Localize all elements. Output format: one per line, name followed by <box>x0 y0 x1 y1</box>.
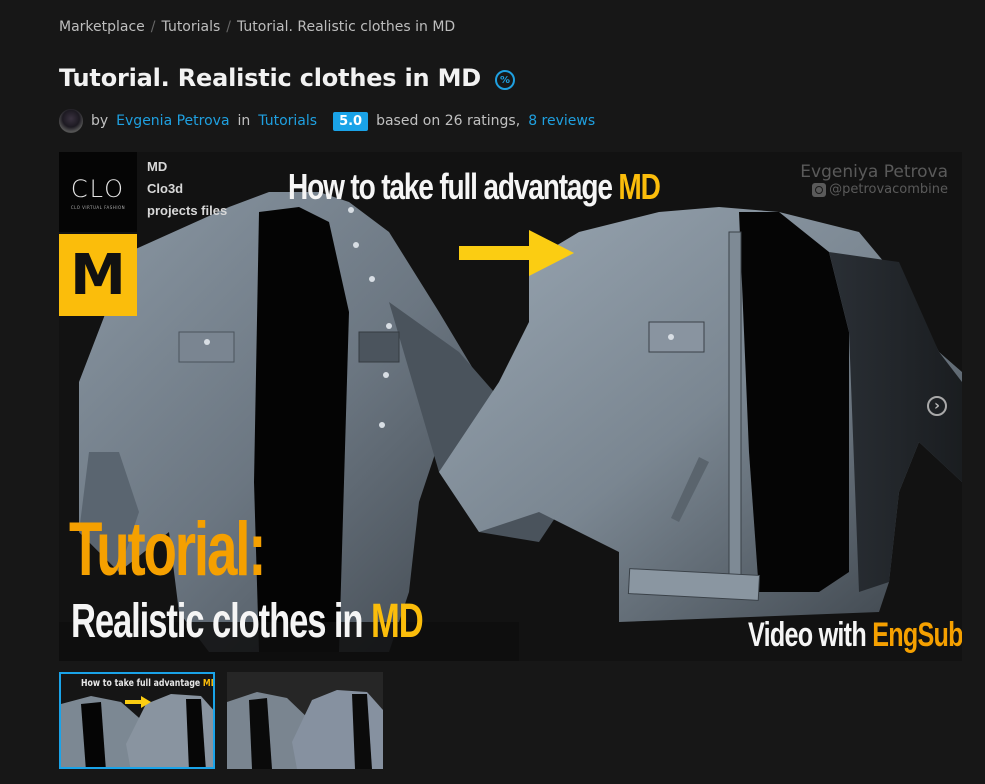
author-avatar[interactable] <box>59 109 83 133</box>
md-logo: M <box>59 234 137 316</box>
percent-badge-icon[interactable]: % <box>495 70 516 90</box>
breadcrumb-tutorials[interactable]: Tutorials <box>162 19 221 35</box>
category-link[interactable]: Tutorials <box>258 113 317 129</box>
author-link[interactable]: Evgenia Petrova <box>116 113 229 129</box>
thumbnail-strip: How to take full advantage MD <box>59 672 383 769</box>
chevron-right-icon: › <box>934 398 940 414</box>
thumbnail-2[interactable] <box>227 672 383 769</box>
thumbnail-2-image <box>227 672 383 769</box>
breadcrumb-marketplace[interactable]: Marketplace <box>59 19 145 35</box>
thumbnail-1-caption: How to take full advantage MD <box>81 678 213 689</box>
watermark: Evgeniya Petrova @petrovacombine <box>800 162 948 197</box>
image-headline: How to take full advantage MD <box>288 166 661 207</box>
image-video-label: Video with EngSub <box>748 616 962 654</box>
reviews-link[interactable]: 8 reviews <box>528 113 595 129</box>
breadcrumb: Marketplace / Tutorials / Tutorial. Realisti… <box>59 19 455 35</box>
gallery-main-image[interactable]: CLO CLO VIRTUAL FASHION M MD Clo3d proje… <box>59 152 962 661</box>
by-label: by <box>91 113 109 129</box>
image-subtitle: Realistic clothes in MD <box>71 595 424 648</box>
ratings-count: based on 26 ratings, <box>376 113 521 129</box>
breadcrumb-current: Tutorial. Realistic clothes in MD <box>237 19 456 35</box>
breadcrumb-separator: / <box>226 19 231 35</box>
page-title: Tutorial. Realistic clothes in MD <box>59 64 482 92</box>
breadcrumb-separator: / <box>150 19 156 35</box>
instagram-icon <box>812 182 827 197</box>
in-label: in <box>237 113 251 129</box>
thumbnail-1[interactable]: How to take full advantage MD <box>59 672 215 769</box>
next-image-button[interactable]: › <box>927 396 947 416</box>
rating-badge: 5.0 <box>333 111 369 131</box>
files-label: MD Clo3d projects files <box>147 159 228 218</box>
product-meta: by Evgenia Petrova in Tutorials 5.0 base… <box>59 109 595 133</box>
image-tutorial-label: Tutorial: <box>69 507 267 592</box>
arrow-right-icon <box>459 230 574 276</box>
title-row: Tutorial. Realistic clothes in MD % <box>59 64 516 92</box>
clo-logo: CLO CLO VIRTUAL FASHION <box>59 152 137 232</box>
